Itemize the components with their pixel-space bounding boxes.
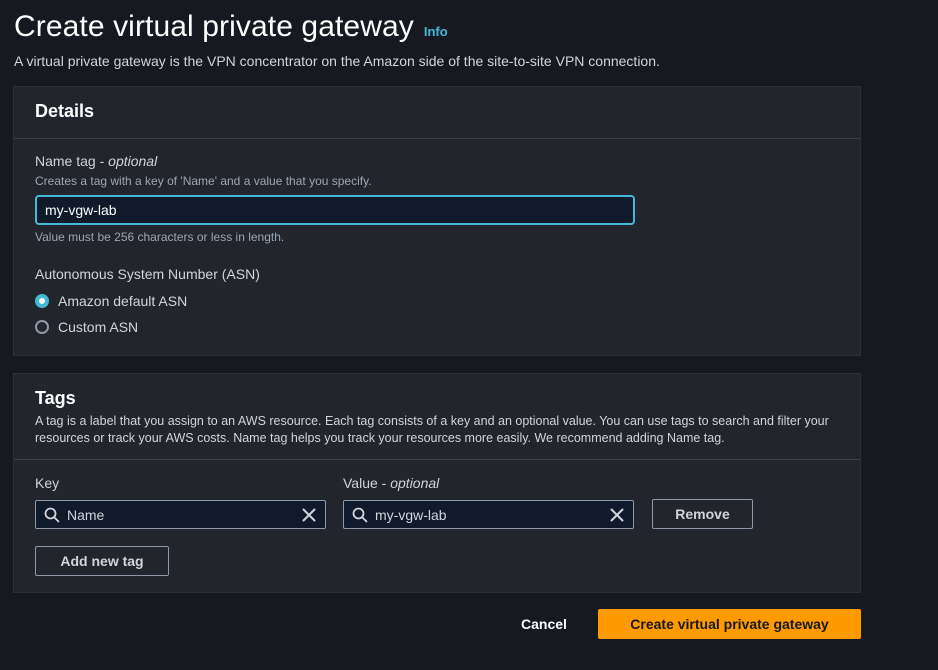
radio-selected-icon[interactable] [35,294,49,308]
name-tag-optional: optional [108,153,158,169]
tags-title: Tags [35,388,76,408]
tags-panel-header: Tags A tag is a label that you assign to… [14,374,860,460]
close-icon[interactable] [609,507,625,523]
name-tag-label: Name tag - optional [35,153,158,169]
info-link[interactable]: Info [424,24,448,39]
page-title: Create virtual private gateway [14,10,414,43]
asn-option-amazon-default[interactable]: Amazon default ASN [35,293,187,309]
remove-tag-button[interactable]: Remove [652,499,753,529]
name-tag-label-block: Name tag - optional Creates a tag with a… [35,153,372,188]
page-subtitle: A virtual private gateway is the VPN con… [14,53,660,69]
asn-option-custom[interactable]: Custom ASN [35,319,138,335]
tag-value-optional: optional [390,475,440,491]
close-icon[interactable] [301,507,317,523]
page: Create virtual private gateway Info A vi… [0,0,938,670]
tag-value-input[interactable]: my-vgw-lab [343,500,634,529]
tags-panel: Tags A tag is a label that you assign to… [13,373,861,593]
add-new-tag-button[interactable]: Add new tag [35,546,169,576]
name-tag-description: Creates a tag with a key of 'Name' and a… [35,174,372,188]
cancel-button[interactable]: Cancel [508,610,580,638]
asn-option-label: Custom ASN [58,319,139,335]
search-icon [44,507,60,522]
radio-unselected-icon[interactable] [35,320,49,334]
tags-description: A tag is a label that you assign to an A… [35,414,829,445]
details-panel-header: Details [14,87,860,139]
page-header: Create virtual private gateway Info A vi… [14,10,660,69]
tag-key-label: Key [35,475,60,491]
tag-key-input[interactable]: Name [35,500,326,529]
tag-key-value[interactable]: Name [67,507,301,523]
tag-value-label-text: Value [343,475,378,491]
name-tag-constraint: Value must be 256 characters or less in … [35,230,285,244]
asn-option-label: Amazon default ASN [58,293,188,309]
title-row: Create virtual private gateway Info [14,10,660,44]
asn-label: Autonomous System Number (ASN) [35,266,260,282]
tag-value-value[interactable]: my-vgw-lab [375,507,609,523]
create-virtual-private-gateway-button[interactable]: Create virtual private gateway [598,609,861,639]
details-panel: Details Name tag - optional Creates a ta… [13,86,861,356]
name-tag-label-text: Name tag [35,153,96,169]
details-title: Details [35,101,95,121]
name-tag-input[interactable] [35,195,635,225]
search-icon [352,507,368,522]
tag-value-label: Value - optional [343,475,440,491]
